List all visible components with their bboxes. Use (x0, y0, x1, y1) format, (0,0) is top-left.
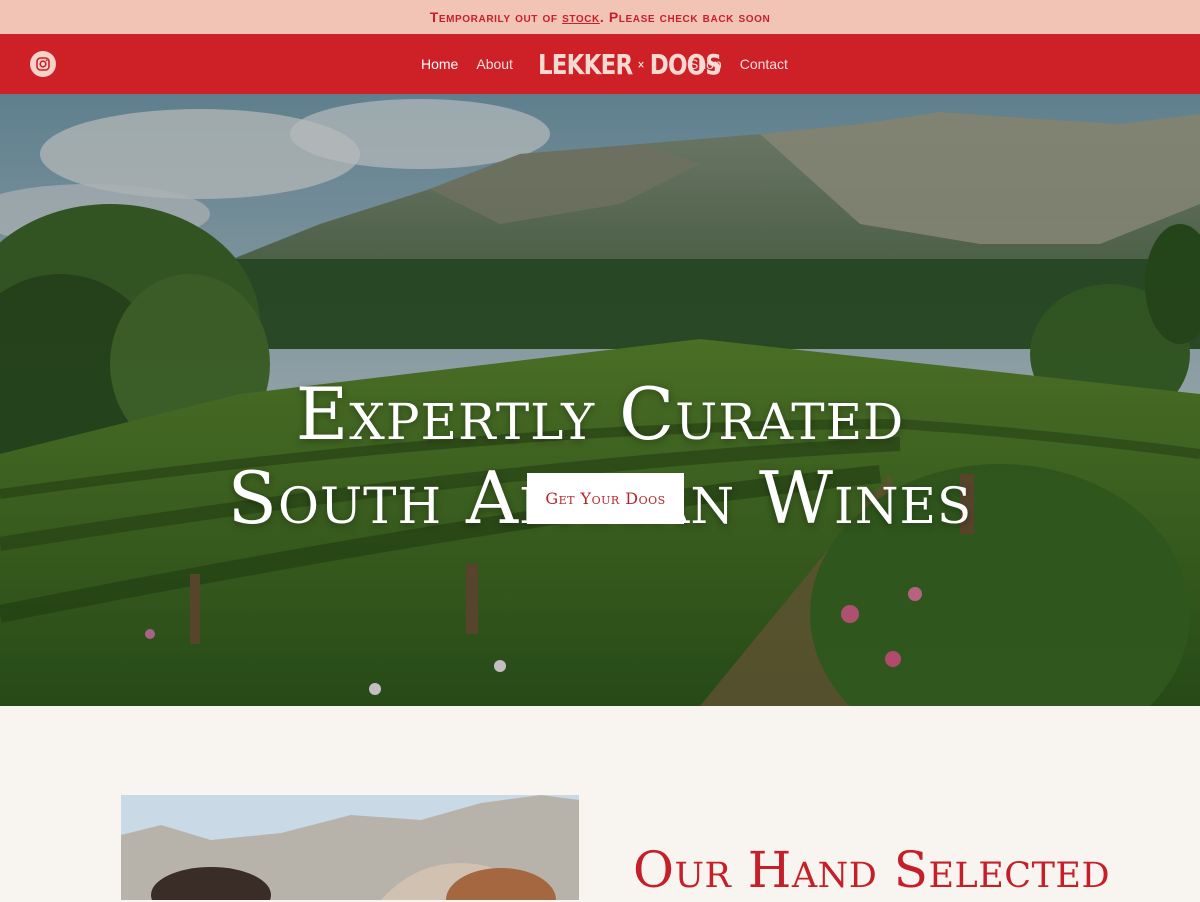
announcement-text-end: . Please check back soon (599, 9, 771, 25)
get-your-doos-button[interactable]: Get Your Doos (527, 473, 684, 524)
instagram-icon[interactable] (30, 51, 56, 77)
hero-section: Expertly Curated South African Wines Get… (0, 94, 1200, 706)
nav-about-link[interactable]: About (476, 56, 513, 72)
hero-title-line-1: Expertly Curated (295, 372, 905, 456)
about-photo (121, 795, 579, 900)
nav-shop-link[interactable]: Shop (689, 56, 722, 72)
announcement-bar: Temporarily out of stock . Please check … (0, 0, 1200, 34)
nav-left: Home About (412, 34, 522, 94)
nav-home-link[interactable]: Home (421, 56, 458, 72)
nav-right: Shop Contact (680, 34, 797, 94)
announcement-text: Temporarily out of (429, 9, 563, 25)
about-heading: Our Hand Selected (633, 841, 1111, 899)
logo-word-left: LEKKER (538, 47, 633, 81)
logo-separator: × (637, 57, 645, 71)
announcement-stock-link[interactable]: stock (562, 9, 600, 25)
site-header: Home About LEKKER × DOOS Shop Contact (0, 34, 1200, 94)
nav-contact-link[interactable]: Contact (740, 56, 788, 72)
